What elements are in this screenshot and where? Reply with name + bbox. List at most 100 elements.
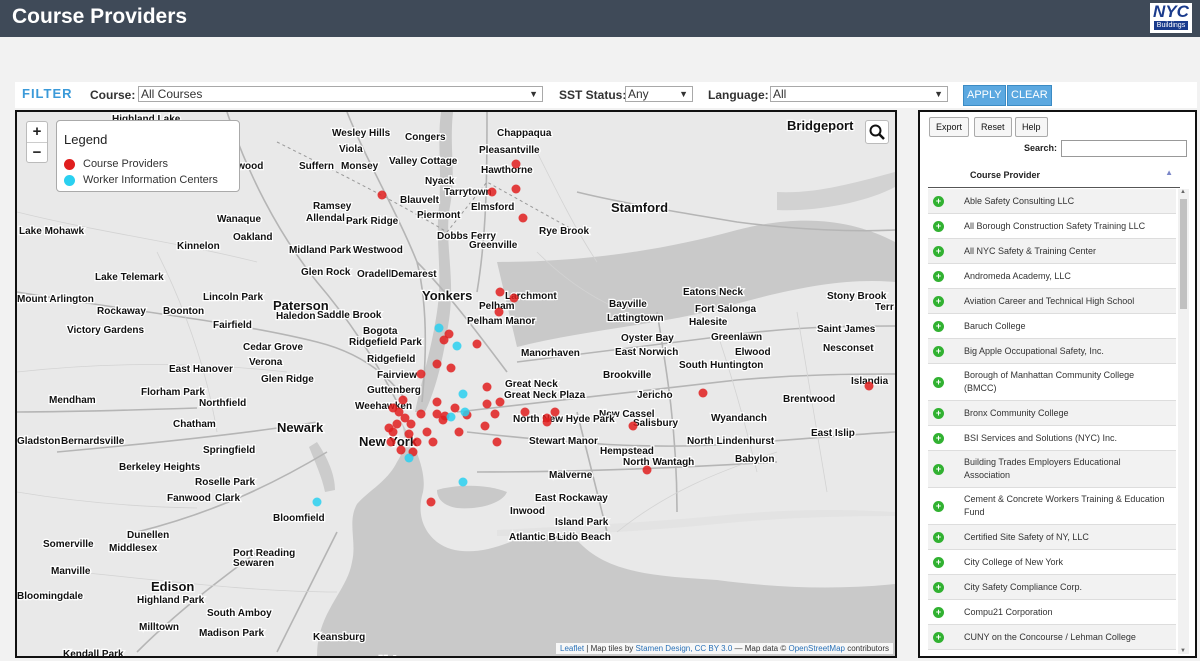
course-provider-marker[interactable] [509, 293, 519, 303]
table-row[interactable]: + Big Apple Occupational Safety, Inc. [928, 339, 1176, 364]
course-provider-marker[interactable] [490, 409, 500, 419]
course-provider-marker[interactable] [482, 382, 492, 392]
worker-center-marker[interactable] [458, 389, 468, 399]
expand-plus-icon[interactable]: + [933, 463, 944, 475]
worker-center-marker[interactable] [460, 407, 470, 417]
expand-plus-icon[interactable]: + [933, 556, 944, 568]
zoom-out-button[interactable]: − [27, 142, 47, 162]
leaflet-link[interactable]: Leaflet [560, 644, 584, 653]
course-provider-marker[interactable] [416, 409, 426, 419]
zoom-in-button[interactable]: + [27, 122, 47, 142]
table-row[interactable]: + Borough of Manhattan Community College … [928, 364, 1176, 401]
map-canvas[interactable]: Highland LakeWesley HillsCongersChappaqu… [17, 112, 895, 656]
osm-link[interactable]: OpenStreetMap [788, 644, 844, 653]
table-row[interactable]: + Andromeda Academy, LLC [928, 264, 1176, 289]
table-row[interactable]: + Baruch College [928, 314, 1176, 339]
course-provider-marker[interactable] [386, 437, 396, 447]
course-provider-marker[interactable] [698, 388, 708, 398]
course-provider-marker[interactable] [416, 369, 426, 379]
course-provider-marker[interactable] [550, 407, 560, 417]
course-provider-marker[interactable] [482, 399, 492, 409]
language-select[interactable]: All ▼ [770, 86, 948, 102]
course-provider-marker[interactable] [494, 307, 504, 317]
search-input[interactable] [1061, 140, 1187, 157]
course-provider-marker[interactable] [511, 159, 521, 169]
expand-plus-icon[interactable]: + [933, 631, 944, 643]
table-row[interactable]: + All NYC Safety & Training Center [928, 239, 1176, 264]
course-provider-marker[interactable] [439, 335, 449, 345]
course-provider-marker[interactable] [511, 184, 521, 194]
course-provider-marker[interactable] [518, 213, 528, 223]
table-row[interactable]: + City College of New York [928, 550, 1176, 575]
scrollbar-thumb[interactable] [1180, 199, 1187, 309]
worker-center-marker[interactable] [458, 477, 468, 487]
worker-center-marker[interactable] [434, 323, 444, 333]
stamen-link[interactable]: Stamen Design, CC BY 3.0 [636, 644, 733, 653]
table-row[interactable]: + Cement & Concrete Workers Training & Ed… [928, 488, 1176, 525]
course-provider-marker[interactable] [432, 397, 442, 407]
course-provider-marker[interactable] [487, 187, 497, 197]
expand-plus-icon[interactable]: + [933, 500, 944, 512]
course-provider-marker[interactable] [492, 437, 502, 447]
expand-plus-icon[interactable]: + [933, 345, 944, 357]
sst-status-select[interactable]: Any ▼ [625, 86, 693, 102]
expand-plus-icon[interactable]: + [933, 432, 944, 444]
expand-plus-icon[interactable]: + [933, 270, 944, 282]
course-provider-marker[interactable] [520, 407, 530, 417]
course-provider-marker[interactable] [396, 445, 406, 455]
table-row[interactable]: + BSI Services and Solutions (NYC) Inc. [928, 426, 1176, 451]
worker-center-marker[interactable] [446, 412, 456, 422]
table-row[interactable]: + Compu21 Corporation [928, 600, 1176, 625]
course-provider-marker[interactable] [406, 419, 416, 429]
export-button[interactable]: Export [929, 117, 970, 137]
worker-center-marker[interactable] [404, 453, 414, 463]
expand-plus-icon[interactable]: + [933, 245, 944, 257]
course-provider-marker[interactable] [398, 395, 408, 405]
course-provider-marker[interactable] [428, 437, 438, 447]
course-provider-marker[interactable] [404, 429, 414, 439]
reset-button[interactable]: Reset [974, 117, 1012, 137]
table-row[interactable]: + Aviation Career and Technical High Scho… [928, 289, 1176, 314]
expand-plus-icon[interactable]: + [933, 220, 944, 232]
course-provider-marker[interactable] [422, 427, 432, 437]
table-row[interactable]: + Certified Site Safety of NY, LLC [928, 525, 1176, 550]
map[interactable]: Highland LakeWesley HillsCongersChappaqu… [15, 110, 897, 658]
course-provider-marker[interactable] [472, 339, 482, 349]
course-provider-marker[interactable] [480, 421, 490, 431]
table-row[interactable]: + City Safety Compliance Corp. [928, 575, 1176, 600]
expand-plus-icon[interactable]: + [933, 606, 944, 618]
worker-center-marker[interactable] [452, 341, 462, 351]
table-row[interactable]: + Able Safety Consulting LLC [928, 189, 1176, 214]
scroll-up-icon[interactable]: ▲ [1180, 189, 1186, 195]
table-row[interactable]: + D & D Elevator Maintenance, INC. [928, 650, 1176, 659]
course-provider-marker[interactable] [628, 421, 638, 431]
table-row[interactable]: + CUNY on the Concourse / Lehman College [928, 625, 1176, 650]
apply-button[interactable]: APPLY [963, 85, 1006, 106]
course-provider-marker[interactable] [384, 423, 394, 433]
course-provider-marker[interactable] [495, 397, 505, 407]
table-row[interactable]: + Bronx Community College [928, 401, 1176, 426]
worker-center-marker[interactable] [312, 497, 322, 507]
expand-plus-icon[interactable]: + [933, 195, 944, 207]
scrollbar[interactable]: ▲ ▼ [1178, 189, 1189, 654]
course-provider-marker[interactable] [412, 437, 422, 447]
expand-plus-icon[interactable]: + [933, 376, 944, 388]
scroll-down-icon[interactable]: ▼ [1180, 648, 1186, 654]
expand-plus-icon[interactable]: + [933, 531, 944, 543]
column-header-course-provider[interactable]: Course Provider ▲ [928, 162, 1180, 188]
course-provider-marker[interactable] [642, 465, 652, 475]
course-provider-marker[interactable] [446, 363, 456, 373]
course-provider-marker[interactable] [392, 419, 402, 429]
course-provider-marker[interactable] [495, 287, 505, 297]
expand-plus-icon[interactable]: + [933, 320, 944, 332]
table-row[interactable]: + Building Trades Employers Educational A… [928, 451, 1176, 488]
course-provider-marker[interactable] [542, 417, 552, 427]
map-search-button[interactable] [865, 120, 889, 144]
course-provider-marker[interactable] [377, 190, 387, 200]
expand-plus-icon[interactable]: + [933, 407, 944, 419]
expand-plus-icon[interactable]: + [933, 657, 944, 659]
nyc-buildings-logo[interactable]: NYC Buildings [1150, 3, 1192, 33]
course-provider-marker[interactable] [864, 381, 874, 391]
clear-button[interactable]: CLEAR [1007, 85, 1052, 106]
expand-plus-icon[interactable]: + [933, 295, 944, 307]
